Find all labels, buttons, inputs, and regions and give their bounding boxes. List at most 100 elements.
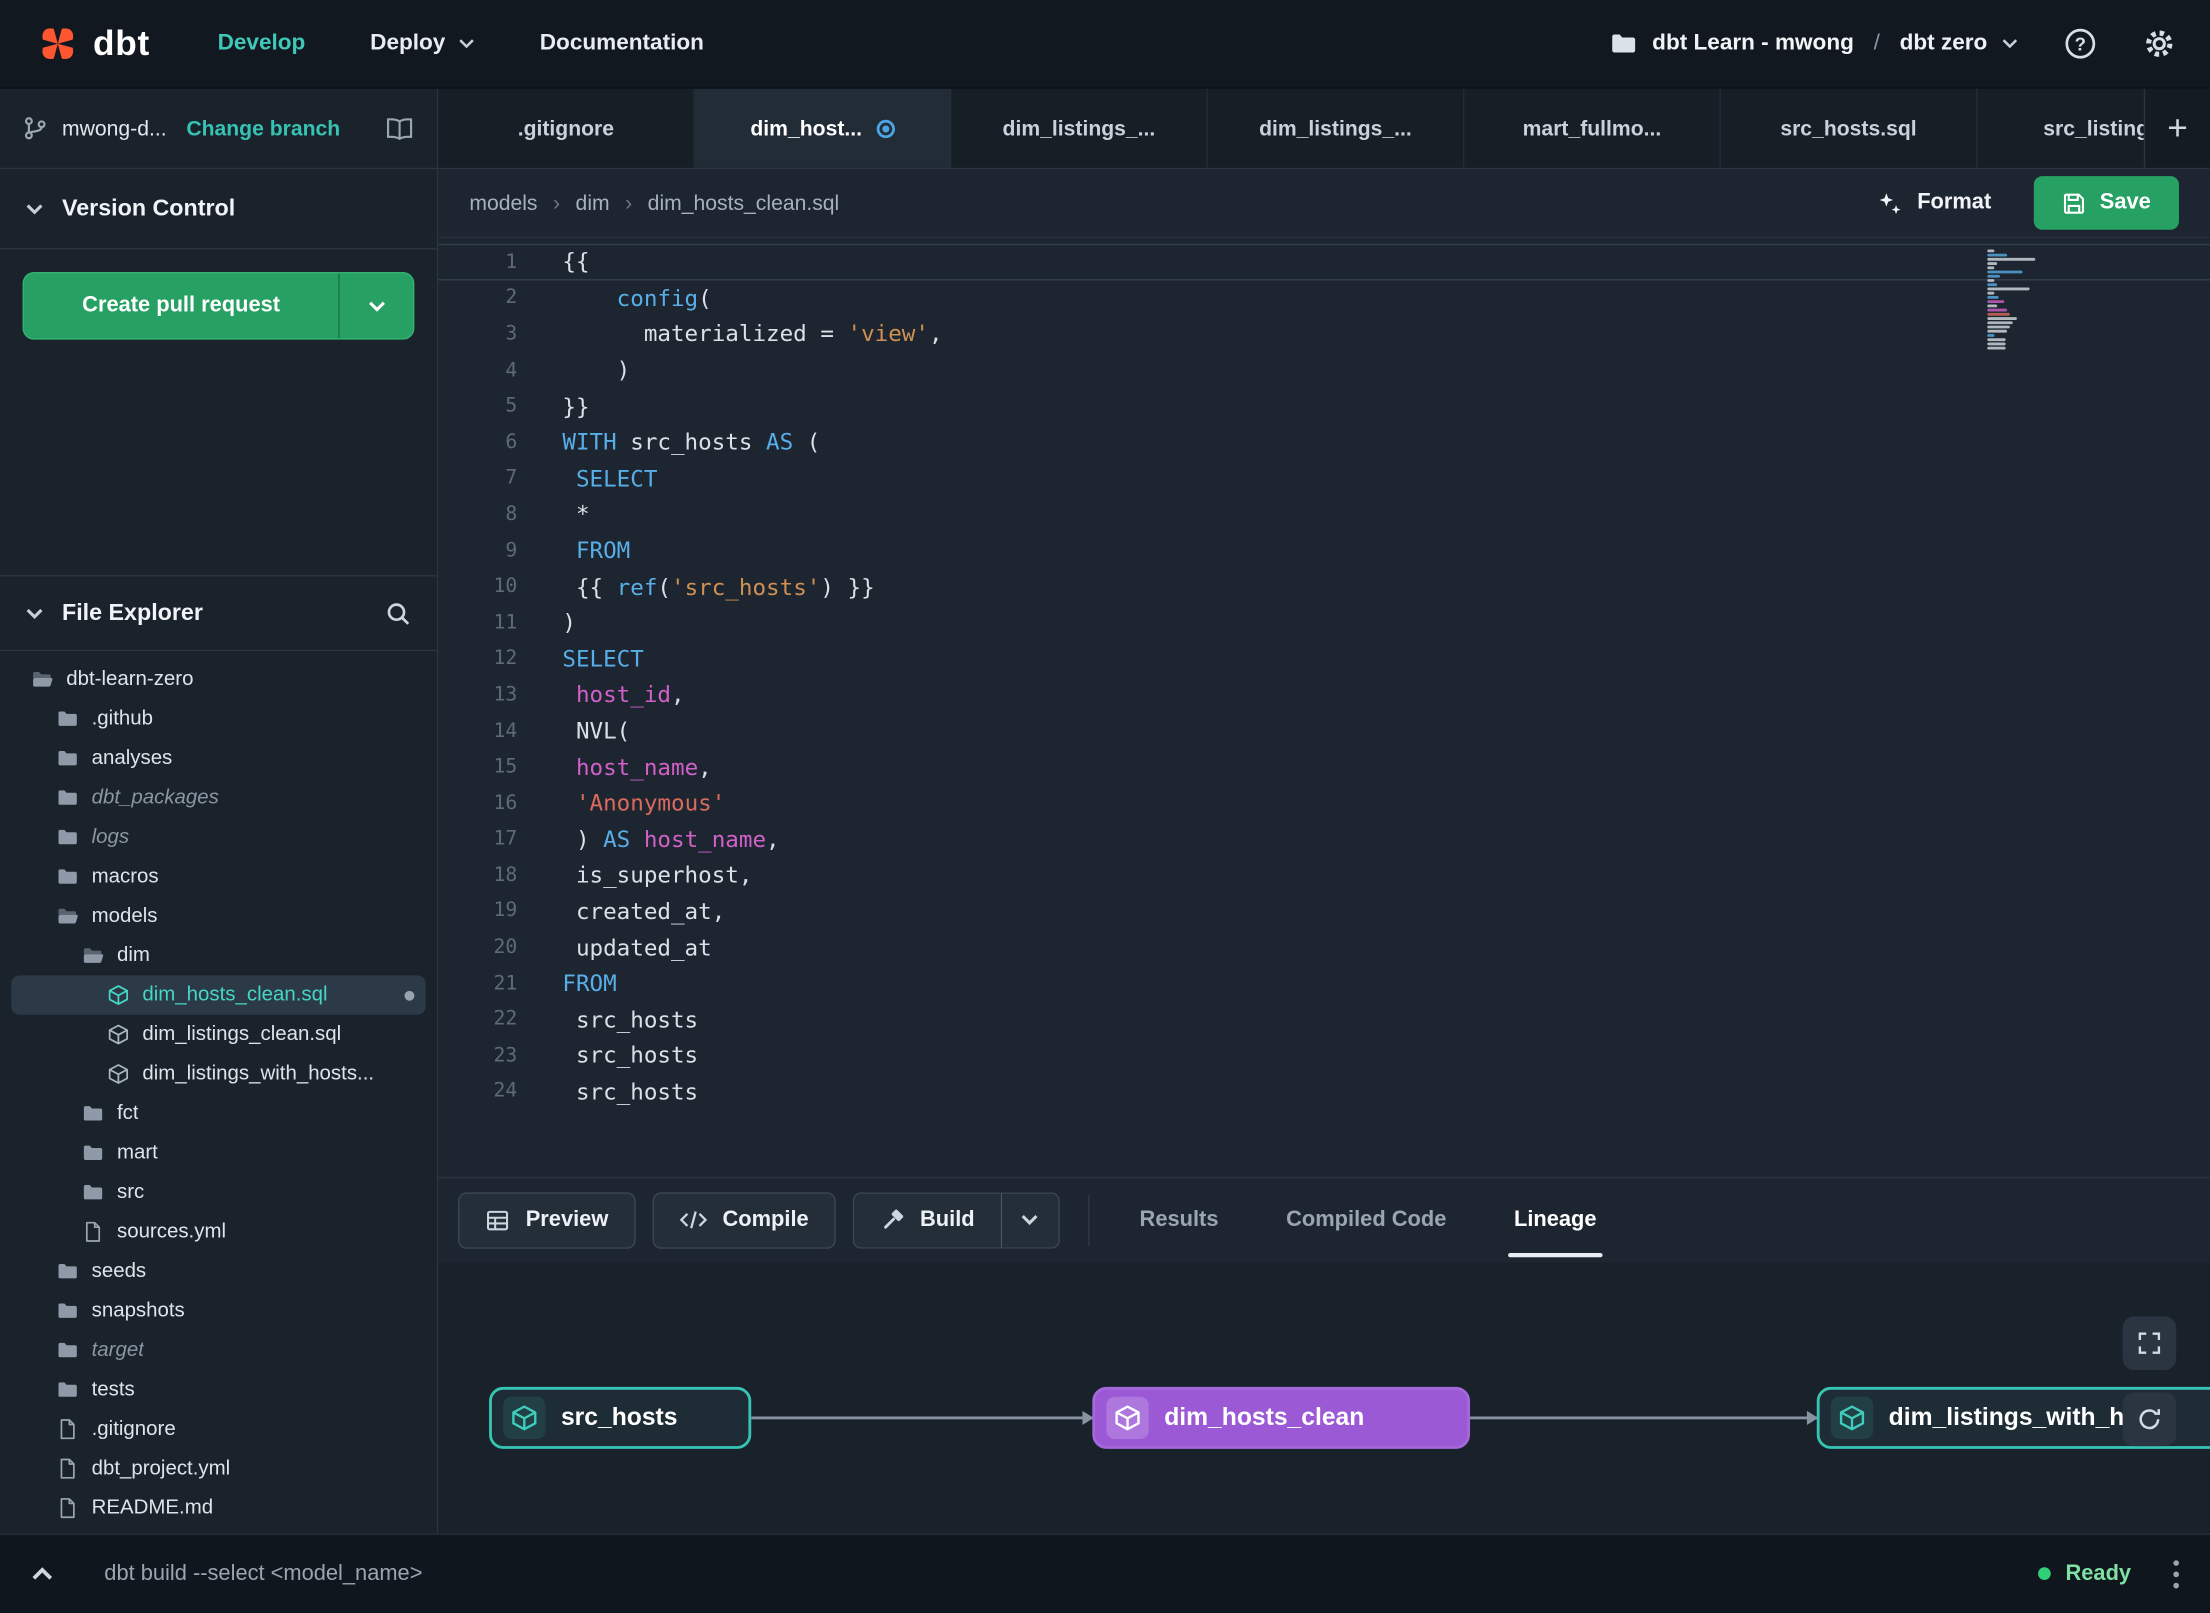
code-line-3[interactable]: 3 materialized = 'view', bbox=[438, 316, 2210, 352]
build-button[interactable]: Build bbox=[852, 1191, 1001, 1249]
unsaved-indicator-core bbox=[881, 124, 889, 132]
code-line-12[interactable]: 12 SELECT bbox=[438, 641, 2210, 677]
code-line-13[interactable]: 13 host_id, bbox=[438, 677, 2210, 713]
folder-icon bbox=[82, 1142, 105, 1165]
pane-tab-lineage[interactable]: Lineage bbox=[1480, 1178, 1630, 1263]
tab-src-listings[interactable]: src_listings. bbox=[1977, 88, 2146, 168]
file-tree-item-dim-listings-with-hosts[interactable]: dim_listings_with_hosts... bbox=[11, 1054, 425, 1093]
build-dropdown[interactable] bbox=[1000, 1191, 1060, 1249]
file-name: analyses bbox=[91, 747, 173, 770]
create-pr-dropdown[interactable] bbox=[338, 273, 413, 339]
file-tree-item-tests[interactable]: tests bbox=[11, 1370, 425, 1409]
format-button[interactable]: Format bbox=[1876, 190, 1991, 217]
file-tree-item-mart[interactable]: mart bbox=[11, 1133, 425, 1172]
file-name: .github bbox=[91, 707, 153, 731]
breadcrumb-item-dim-hosts-clean-sql[interactable]: dim_hosts_clean.sql bbox=[648, 191, 840, 215]
file-tree-item-dbt-packages[interactable]: dbt_packages bbox=[11, 778, 425, 817]
code-line-5[interactable]: 5}} bbox=[438, 388, 2210, 424]
search-icon[interactable] bbox=[385, 600, 412, 627]
gear-icon[interactable] bbox=[2142, 27, 2176, 61]
chevron-down-icon bbox=[25, 202, 43, 215]
command-input[interactable]: dbt build --select <model_name> bbox=[104, 1561, 422, 1586]
line-number: 2 bbox=[505, 286, 518, 310]
code-line-15[interactable]: 15 host_name, bbox=[438, 749, 2210, 785]
code-line-2[interactable]: 2 config( bbox=[438, 280, 2210, 316]
tab-dim-listings[interactable]: dim_listings_... bbox=[1207, 88, 1465, 168]
file-tree-item-github[interactable]: .github bbox=[11, 699, 425, 738]
dbt-logo[interactable]: dbt bbox=[37, 23, 150, 65]
file-tree-item-snapshots[interactable]: snapshots bbox=[11, 1291, 425, 1330]
breadcrumb-item-dim[interactable]: dim bbox=[576, 191, 610, 215]
file-name: dim_listings_clean.sql bbox=[142, 1023, 342, 1046]
help-icon[interactable]: ? bbox=[2063, 27, 2097, 61]
lineage-node-src-hosts[interactable]: src_hosts bbox=[489, 1386, 752, 1449]
kebab-menu-icon[interactable] bbox=[2173, 1559, 2179, 1588]
refresh-lineage-button[interactable] bbox=[2122, 1391, 2177, 1446]
version-control-header[interactable]: Version Control bbox=[0, 169, 437, 250]
tab-dim-host[interactable]: dim_host... bbox=[694, 88, 952, 168]
save-button[interactable]: Save bbox=[2033, 176, 2179, 230]
file-tree-item-logs[interactable]: logs bbox=[11, 817, 425, 856]
code-line-4[interactable]: 4 ) bbox=[438, 352, 2210, 388]
pane-tab-results[interactable]: Results bbox=[1106, 1178, 1253, 1263]
nav-develop[interactable]: Develop bbox=[218, 31, 306, 56]
code-line-10[interactable]: 10 {{ ref('src_hosts') }} bbox=[438, 568, 2210, 604]
preview-button[interactable]: Preview bbox=[458, 1191, 636, 1249]
docs-book-icon[interactable] bbox=[385, 116, 415, 140]
nav-deploy[interactable]: Deploy bbox=[370, 31, 475, 56]
top-nav-right: dbt Learn - mwong / dbt zero ? bbox=[1610, 27, 2176, 61]
code-line-23[interactable]: 23 src_hosts bbox=[438, 1037, 2210, 1073]
file-tree-item-sources-yml[interactable]: sources.yml bbox=[11, 1212, 425, 1251]
lineage-node-dim-hosts-clean[interactable]: dim_hosts_clean bbox=[1092, 1386, 1471, 1449]
code-line-21[interactable]: 21 FROM bbox=[438, 965, 2210, 1001]
file-tree-item-dbt-learn-zero[interactable]: dbt-learn-zero bbox=[11, 660, 425, 699]
breadcrumb-item-models[interactable]: models bbox=[469, 191, 537, 215]
line-number: 24 bbox=[493, 1080, 518, 1103]
tab-gitignore[interactable]: .gitignore bbox=[438, 88, 695, 168]
code-line-22[interactable]: 22 src_hosts bbox=[438, 1001, 2210, 1037]
code-line-24[interactable]: 24 src_hosts bbox=[438, 1074, 2210, 1110]
file-tree-item-fct[interactable]: fct bbox=[11, 1094, 425, 1133]
tab-src-hosts-sql[interactable]: src_hosts.sql bbox=[1720, 88, 1978, 168]
file-tree-item-dim-listings-clean-sql[interactable]: dim_listings_clean.sql bbox=[11, 1015, 425, 1054]
code-line-9[interactable]: 9 FROM bbox=[438, 532, 2210, 568]
code-line-7[interactable]: 7 SELECT bbox=[438, 460, 2210, 496]
code-line-6[interactable]: 6 WITH src_hosts AS ( bbox=[438, 424, 2210, 460]
file-tree-item-gitignore[interactable]: .gitignore bbox=[11, 1409, 425, 1448]
tab-mart-fullmo[interactable]: mart_fullmo... bbox=[1464, 88, 1721, 168]
lineage-canvas[interactable]: src_hosts dim_hosts_clean dim_listings_wit… bbox=[438, 1262, 2210, 1533]
code-line-1[interactable]: 1 {{ bbox=[438, 243, 2210, 280]
code-line-11[interactable]: 11) bbox=[438, 605, 2210, 641]
code-line-17[interactable]: 17 ) AS host_name, bbox=[438, 821, 2210, 857]
file-tree-item-dim-hosts-clean-sql[interactable]: dim_hosts_clean.sql bbox=[11, 975, 426, 1015]
file-explorer-header[interactable]: File Explorer bbox=[0, 575, 437, 652]
create-pr-button[interactable]: Create pull request bbox=[24, 273, 338, 338]
fullscreen-button[interactable] bbox=[2122, 1315, 2177, 1370]
pane-tab-compiled-code[interactable]: Compiled Code bbox=[1252, 1178, 1480, 1263]
new-tab-button[interactable]: + bbox=[2143, 88, 2210, 168]
code-line-18[interactable]: 18 is_superhost, bbox=[438, 857, 2210, 893]
status-right: Ready bbox=[2038, 1559, 2179, 1588]
file-tree-item-models[interactable]: models bbox=[11, 896, 425, 935]
file-tree-item-dbt-project-yml[interactable]: dbt_project.yml bbox=[11, 1449, 425, 1488]
file-tree-item-readme-md[interactable]: README.md bbox=[11, 1488, 425, 1527]
file-tree-item-seeds[interactable]: seeds bbox=[11, 1252, 425, 1291]
file-tree-item-dim[interactable]: dim bbox=[11, 936, 425, 975]
code-editor[interactable]: 1{{2 config(3 materialized = 'view', 4 ) 5… bbox=[438, 238, 2210, 1177]
chevron-up-icon[interactable] bbox=[31, 1566, 54, 1582]
change-branch-link[interactable]: Change branch bbox=[186, 116, 340, 140]
compile-button[interactable]: Compile bbox=[652, 1191, 836, 1249]
code-line-20[interactable]: 20 updated_at bbox=[438, 929, 2210, 965]
file-tree-item-target[interactable]: target bbox=[11, 1331, 425, 1370]
code-line-16[interactable]: 16 'Anonymous' bbox=[438, 785, 2210, 821]
code-line-8[interactable]: 8 * bbox=[438, 496, 2210, 532]
file-tree-item-src[interactable]: src bbox=[11, 1173, 425, 1212]
code-line-14[interactable]: 14 NVL( bbox=[438, 713, 2210, 749]
code-line-19[interactable]: 19 created_at, bbox=[438, 893, 2210, 929]
tab-dim-listings[interactable]: dim_listings_... bbox=[951, 88, 1208, 168]
file-tree-item-analyses[interactable]: analyses bbox=[11, 739, 425, 778]
file-tree-item-macros[interactable]: macros bbox=[11, 857, 425, 896]
project-switcher[interactable]: dbt Learn - mwong / dbt zero bbox=[1610, 30, 2018, 58]
minimap[interactable] bbox=[1987, 249, 2043, 350]
nav-documentation[interactable]: Documentation bbox=[540, 31, 704, 56]
